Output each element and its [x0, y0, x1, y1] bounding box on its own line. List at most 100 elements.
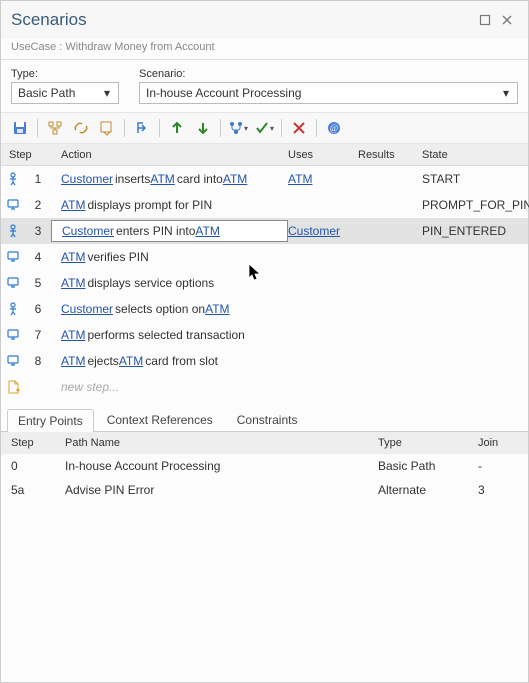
toolbar-separator: [159, 119, 160, 137]
step-state[interactable]: PROMPT_FOR_PIN: [422, 198, 528, 212]
step-number: 4: [25, 250, 51, 264]
entity-link[interactable]: Customer: [61, 302, 113, 316]
steps-grid-header: Step Action Uses Results State: [1, 144, 528, 166]
step-uses[interactable]: Customer: [288, 224, 358, 238]
col-state[interactable]: State: [422, 149, 528, 161]
actor-icon: [1, 172, 25, 186]
entity-link[interactable]: ATM: [223, 172, 247, 186]
check-icon: [254, 120, 270, 136]
col-step[interactable]: Step: [1, 149, 51, 161]
branch-menu-button[interactable]: ▾: [227, 117, 249, 139]
step-action[interactable]: ATM displays prompt for PIN: [51, 198, 288, 212]
step-action[interactable]: ATM ejects ATM card from slot: [51, 354, 288, 368]
col-results[interactable]: Results: [358, 149, 422, 161]
step-state[interactable]: START: [422, 172, 528, 186]
entity-link[interactable]: ATM: [205, 302, 229, 316]
close-button[interactable]: [496, 9, 518, 31]
arrow-up-icon: [169, 120, 185, 136]
selectors-row: Type: Basic Path ▾ Scenario: In-house Ac…: [1, 60, 528, 106]
link-button[interactable]: [70, 117, 92, 139]
step-state[interactable]: PIN_ENTERED: [422, 224, 528, 238]
validate-menu-button[interactable]: ▾: [253, 117, 275, 139]
entity-link[interactable]: ATM: [61, 198, 85, 212]
screen-icon: [1, 276, 25, 290]
toolbar-separator: [281, 119, 282, 137]
toolbar-separator: [220, 119, 221, 137]
step-action[interactable]: Customer inserts ATM card into ATM: [51, 172, 288, 186]
structure-button[interactable]: [44, 117, 66, 139]
svg-text:@: @: [330, 123, 338, 133]
col-ep-step[interactable]: Step: [1, 437, 55, 449]
move-down-button[interactable]: [192, 117, 214, 139]
scenario-combo-value: In-house Account Processing: [146, 86, 301, 100]
delete-icon: [291, 120, 307, 136]
close-icon: [501, 14, 513, 26]
maximize-button[interactable]: [474, 9, 496, 31]
scenarios-window: Scenarios UseCase : Withdraw Money from …: [0, 0, 529, 683]
outdent-button[interactable]: [131, 117, 153, 139]
col-ep-path[interactable]: Path Name: [55, 437, 378, 449]
screen-icon: [1, 250, 25, 264]
step-row[interactable]: 3Customer enters PIN into ATMCustomer PIN…: [1, 218, 528, 244]
entry-points-header: Step Path Name Type Join: [1, 432, 528, 454]
save-button[interactable]: [9, 117, 31, 139]
entity-link[interactable]: ATM: [61, 354, 85, 368]
type-combo-value: Basic Path: [18, 86, 75, 100]
entity-link[interactable]: ATM: [61, 328, 85, 342]
scenario-label: Scenario:: [139, 68, 518, 80]
col-ep-join[interactable]: Join: [478, 437, 528, 449]
entry-point-row[interactable]: 5aAdvise PIN ErrorAlternate3: [1, 478, 528, 502]
step-row[interactable]: 4ATM verifies PIN: [1, 244, 528, 270]
new-step-placeholder[interactable]: new step...: [51, 380, 288, 394]
step-action[interactable]: ATM verifies PIN: [51, 250, 288, 264]
toolbar-separator: [37, 119, 38, 137]
step-row[interactable]: 6Customer selects option on ATM: [1, 296, 528, 322]
scenario-combo[interactable]: In-house Account Processing ▾: [139, 82, 518, 104]
col-action[interactable]: Action: [51, 149, 288, 161]
entity-link[interactable]: ATM: [150, 172, 174, 186]
col-uses[interactable]: Uses: [288, 149, 358, 161]
step-row[interactable]: 5ATM displays service options: [1, 270, 528, 296]
col-ep-type[interactable]: Type: [378, 437, 478, 449]
step-row[interactable]: 2ATM displays prompt for PINPROMPT_FOR_P…: [1, 192, 528, 218]
step-number: 5: [25, 276, 51, 290]
window-title: Scenarios: [11, 10, 474, 30]
type-combo[interactable]: Basic Path ▾: [11, 82, 119, 104]
tab-constraints[interactable]: Constraints: [226, 408, 309, 431]
entity-link[interactable]: ATM: [119, 354, 143, 368]
entity-link[interactable]: ATM: [61, 276, 85, 290]
action-icon: [99, 120, 115, 136]
actor-icon: [1, 302, 25, 316]
step-action[interactable]: Customer selects option on ATM: [51, 302, 288, 316]
step-number: 3: [25, 224, 51, 238]
move-up-button[interactable]: [166, 117, 188, 139]
entity-link[interactable]: ATM: [61, 250, 85, 264]
tab-entry-points[interactable]: Entry Points: [7, 409, 94, 432]
new-step-row[interactable]: new step...: [1, 374, 528, 400]
action-button[interactable]: [96, 117, 118, 139]
breadcrumb: UseCase : Withdraw Money from Account: [1, 39, 528, 60]
step-number: 8: [25, 354, 51, 368]
arrow-down-icon: [195, 120, 211, 136]
step-uses[interactable]: ATM: [288, 172, 358, 186]
step-row[interactable]: 8ATM ejects ATM card from slot: [1, 348, 528, 374]
step-action[interactable]: ATM displays service options: [51, 276, 288, 290]
entity-link[interactable]: ATM: [195, 224, 219, 238]
step-action[interactable]: ATM performs selected transaction: [51, 328, 288, 342]
step-action[interactable]: Customer enters PIN into ATM: [51, 220, 288, 242]
type-label: Type:: [11, 68, 119, 80]
entity-link[interactable]: Customer: [62, 224, 114, 238]
tab-context-references[interactable]: Context References: [96, 408, 224, 431]
new-doc-icon: [1, 380, 25, 394]
entry-points-body: 0In-house Account ProcessingBasic Path-5…: [1, 454, 528, 502]
steps-grid-body: 1Customer inserts ATM card into ATMATMST…: [1, 166, 528, 400]
delete-button[interactable]: [288, 117, 310, 139]
step-row[interactable]: 1Customer inserts ATM card into ATMATM ST…: [1, 166, 528, 192]
help-button[interactable]: @: [323, 117, 345, 139]
step-row[interactable]: 7ATM performs selected transaction: [1, 322, 528, 348]
step-number: 1: [25, 172, 51, 186]
chevron-down-icon: ▾: [270, 124, 274, 133]
link-icon: [73, 120, 89, 136]
entity-link[interactable]: Customer: [61, 172, 113, 186]
entry-point-row[interactable]: 0In-house Account ProcessingBasic Path-: [1, 454, 528, 478]
